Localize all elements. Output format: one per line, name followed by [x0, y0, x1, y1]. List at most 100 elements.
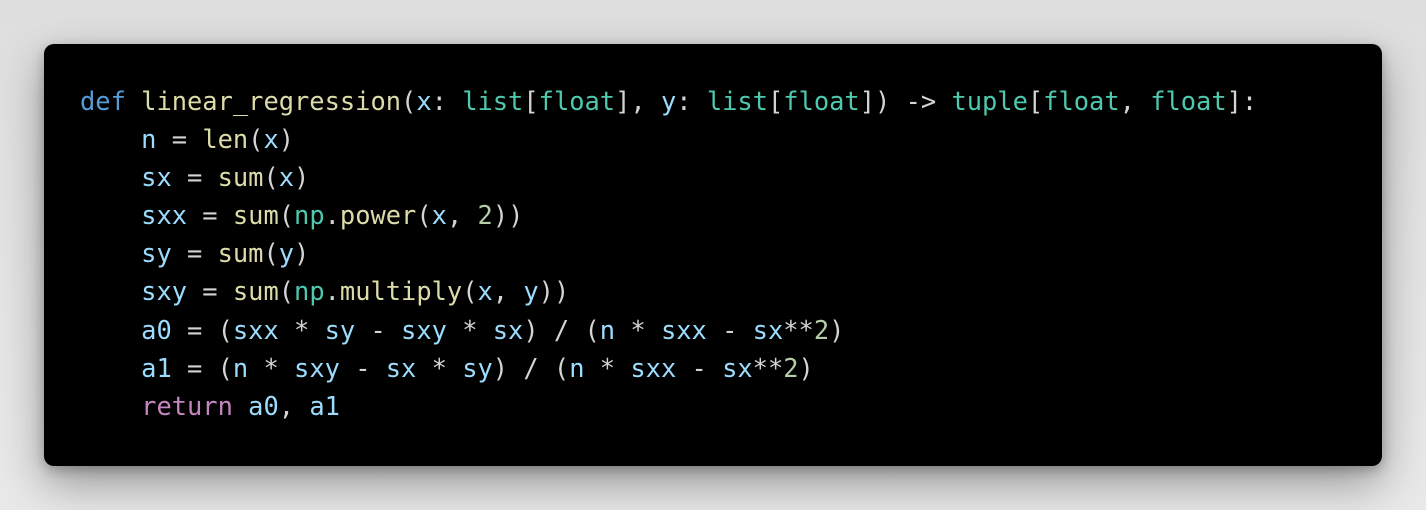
code-token-type: np [294, 276, 325, 307]
code-token-punct: ]) -> [859, 86, 952, 116]
code-token-variable: sx [722, 352, 753, 383]
code-token-punct: - [706, 314, 753, 345]
code-token-punct: ( [401, 86, 417, 116]
code-token-punct: ) / ( [492, 352, 570, 383]
code-token-variable: sy [462, 352, 493, 383]
code-token-punct: , [278, 390, 310, 421]
code-token-variable: y [660, 86, 677, 116]
code-token-punct: ]: [1226, 86, 1258, 116]
code-token-variable: n [569, 352, 585, 383]
code-token-punct: - [339, 352, 386, 383]
code-token-type: list [462, 86, 524, 116]
code-token-punct: * [248, 352, 295, 383]
code-token-variable: sx [141, 162, 172, 193]
code-token-variable: x [278, 162, 295, 193]
code-token-punct: [ [1027, 86, 1044, 116]
code-token-function: sum [217, 238, 264, 269]
code-token-punct: . [324, 200, 340, 231]
code-token-punct: . [324, 276, 340, 307]
code-token-punct: = ( [171, 314, 233, 345]
code-token-control: return [141, 390, 233, 421]
code-token-punct: = [187, 276, 233, 307]
code-token-punct: = [171, 162, 218, 193]
code-token-variable: sy [324, 314, 356, 345]
code-token-variable: n [141, 124, 157, 155]
code-token-punct: ( [248, 124, 264, 155]
code-token-punct: )) [492, 200, 524, 231]
code-token-function: multiply [339, 276, 463, 307]
code-token-variable: x [431, 200, 447, 231]
code-token-variable: y [278, 238, 295, 269]
code-token-variable: n [599, 314, 616, 345]
code-token-variable: sx [385, 352, 417, 383]
code-line: sxy = sum(np.multiply(x, y)) [80, 272, 1382, 310]
code-token-punct: * [278, 314, 325, 345]
code-token-punct: )) [538, 276, 570, 307]
code-token-punct: : [676, 86, 707, 116]
code-token-punct: ( [416, 200, 432, 231]
code-token-punct: * [615, 314, 661, 345]
code-token-punct: ) [278, 124, 295, 155]
code-token-variable: sxx [630, 352, 677, 383]
code-token-variable: a1 [309, 390, 340, 421]
code-token-punct: * [446, 314, 493, 345]
code-token-number: 2 [783, 352, 799, 383]
code-line: n = len(x) [80, 120, 1382, 158]
code-token-number: 2 [477, 200, 493, 231]
code-token-punct: ( [278, 200, 295, 231]
code-token-keyword: def [80, 86, 126, 116]
code-token-punct: , [492, 276, 524, 307]
code-token-punct: * [584, 352, 631, 383]
code-token-function: power [339, 200, 417, 231]
code-token-variable: a0 [248, 390, 279, 421]
code-token-function: sum [232, 200, 279, 231]
code-token-function: sum [232, 276, 279, 307]
code-content: def linear_regression(x: list[float], y:… [80, 82, 1382, 425]
code-token-type: tuple [951, 86, 1028, 116]
code-token-punct: = ( [171, 352, 233, 383]
code-token-variable: sx [752, 314, 784, 345]
code-token-variable: sxy [141, 276, 188, 307]
code-token-variable: sxx [232, 314, 279, 345]
code-token-punct: ( [462, 276, 478, 307]
code-token-punct: , [1119, 86, 1151, 116]
code-token-type: float [1150, 86, 1227, 116]
code-token-punct: ** [783, 314, 814, 345]
code-token-punct: ( [278, 276, 295, 307]
code-token-function: len [202, 124, 249, 155]
code-token-type: float [783, 86, 860, 116]
code-line: sx = sum(x) [80, 158, 1382, 196]
code-token-variable: a1 [141, 352, 172, 383]
code-token-punct: ], [615, 86, 661, 116]
code-block: def linear_regression(x: list[float], y:… [80, 82, 1382, 425]
code-line: sxx = sum(np.power(x, 2)) [80, 196, 1382, 234]
code-token-punct: ) [829, 314, 845, 345]
code-token-punct: ) / ( [523, 314, 600, 345]
code-window: def linear_regression(x: list[float], y:… [44, 44, 1382, 466]
code-token-punct: [ [767, 86, 784, 116]
code-token-function: linear_regression [141, 86, 402, 116]
code-token-type: list [706, 86, 768, 116]
code-token-variable: x [263, 124, 279, 155]
code-token-punct: ( [263, 162, 279, 193]
code-token-variable: x [477, 276, 493, 307]
code-token-punct: [ [523, 86, 539, 116]
code-token-punct: = [187, 200, 233, 231]
code-line: a1 = (n * sxy - sx * sy) / (n * sxx - sx… [80, 349, 1382, 387]
code-token-punct: = [171, 238, 218, 269]
code-token-variable: x [416, 86, 432, 116]
code-token-function: sum [217, 162, 264, 193]
code-token-punct: ( [263, 238, 279, 269]
code-token-variable: y [523, 276, 539, 307]
code-token-punct: ) [294, 238, 310, 269]
code-token-punct: - [676, 352, 723, 383]
code-token-punct: * [416, 352, 463, 383]
